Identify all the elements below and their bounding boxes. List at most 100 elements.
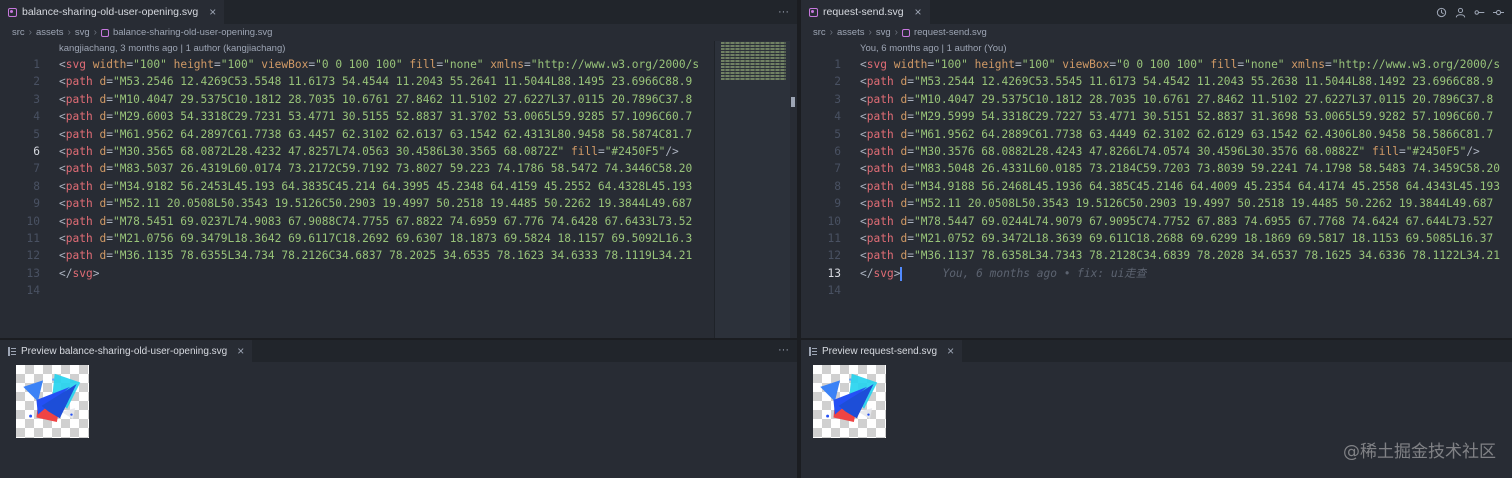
minimap-line	[721, 75, 786, 77]
chevron-right-icon: ›	[829, 27, 834, 38]
code-line[interactable]: 2 <path d="M53.2546 12.4269C53.5548 11.61…	[0, 73, 714, 90]
minimap[interactable]	[714, 41, 790, 339]
line-number: 12	[26, 249, 40, 263]
chevron-right-icon: ›	[93, 27, 97, 38]
minimap-line	[721, 57, 786, 59]
code-text: <path d="M61.9562 64.2897C61.7738 63.445…	[59, 127, 693, 141]
blame-header[interactable]: You, 6 months ago | 1 author (You)	[801, 41, 1512, 56]
close-icon[interactable]: ×	[237, 344, 244, 358]
tab-request-send-svg[interactable]: request-send.svg ×	[801, 0, 930, 24]
svg-preview-image	[16, 365, 89, 438]
code-line[interactable]: 11 <path d="M21.0752 69.3472L18.3639 69.6…	[801, 230, 1512, 247]
line-number: 6	[33, 144, 40, 158]
code-line[interactable]: 13 </svg> You, 6 months ago • fix: ui走查	[801, 265, 1512, 282]
chevron-right-icon: ›	[868, 27, 872, 38]
breadcrumb-item[interactable]: balance-sharing-old-user-opening.svg	[113, 27, 272, 38]
inline-blame: You, 6 months ago • fix: ui走查	[942, 266, 1147, 280]
code-line[interactable]: 5 <path d="M61.9562 64.2897C61.7738 63.44…	[0, 126, 714, 143]
code-line[interactable]: 4 <path d="M29.5999 54.3318C29.7227 53.47…	[801, 108, 1512, 125]
breadcrumb-item[interactable]: assets	[36, 27, 63, 38]
code-line[interactable]: 3 <path d="M10.4047 29.5375C10.1812 28.70…	[801, 91, 1512, 108]
minimap-line	[721, 72, 786, 74]
code-line[interactable]: 1 <svg width="100" height="100" viewBox="…	[0, 56, 714, 73]
line-number: 3	[834, 92, 841, 106]
code-line[interactable]: 5 <path d="M61.9562 64.2889C61.7738 63.44…	[801, 126, 1512, 143]
line-number: 9	[834, 197, 841, 211]
preview-tab-label: Preview balance-sharing-old-user-opening…	[21, 345, 228, 357]
close-icon[interactable]: ×	[947, 344, 954, 358]
line-number: 3	[33, 92, 40, 106]
tab-balance-sharing-svg[interactable]: balance-sharing-old-user-opening.svg ×	[0, 0, 225, 24]
minimap-line	[721, 42, 786, 44]
code-line[interactable]: 4 <path d="M29.6003 54.3318C29.7231 53.47…	[0, 108, 714, 125]
svg-file-icon	[809, 7, 818, 17]
more-actions-icon[interactable]: ···	[778, 6, 789, 18]
code-line[interactable]: 6 <path d="M30.3576 68.0882L28.4243 47.82…	[801, 143, 1512, 160]
code-text: <path d="M53.2544 12.4269C53.5545 11.617…	[860, 75, 1494, 89]
code-text: <path d="M29.6003 54.3318C29.7231 53.477…	[59, 110, 693, 124]
left-editor-group: balance-sharing-old-user-opening.svg × ·…	[0, 0, 797, 478]
close-icon[interactable]: ×	[915, 6, 922, 18]
close-icon[interactable]: ×	[209, 6, 216, 18]
code-text: <path d="M29.5999 54.3318C29.7227 53.477…	[860, 110, 1494, 124]
code-line[interactable]: 3 <path d="M10.4047 29.5375C10.1812 28.70…	[0, 91, 714, 108]
breadcrumb-item[interactable]: request-send.svg	[914, 27, 987, 38]
code-text: <path d="M10.4047 29.5375C10.1812 28.703…	[860, 92, 1494, 106]
code-line[interactable]: 14	[801, 282, 1512, 299]
svg-preview-image	[813, 365, 886, 438]
line-number: 2	[33, 75, 40, 89]
breadcrumb-item[interactable]: assets	[837, 27, 864, 38]
minimap-line	[721, 51, 786, 53]
code-text: <path d="M78.5451 69.0237L74.9083 67.908…	[59, 214, 693, 228]
code-line[interactable]: 8 <path d="M34.9182 56.2453L45.193 64.383…	[0, 178, 714, 195]
history-icon[interactable]	[1436, 7, 1447, 18]
code-line[interactable]: 13 </svg>	[0, 265, 714, 282]
scrollbar-marker	[791, 97, 795, 107]
code-line[interactable]: 9 <path d="M52.11 20.0508L50.3543 19.5126…	[801, 195, 1512, 212]
breadcrumb: src › assets › svg › balance-sharing-old…	[0, 24, 797, 41]
breadcrumb-item[interactable]: src	[12, 27, 25, 38]
breadcrumb: src › assets › svg › request-send.svg	[801, 24, 1512, 41]
breadcrumb-item[interactable]: svg	[75, 27, 90, 38]
chevron-right-icon: ›	[894, 27, 898, 38]
code-text: <path d="M53.2546 12.4269C53.5548 11.617…	[59, 75, 693, 89]
code-line[interactable]: 10 <path d="M78.5451 69.0237L74.9083 67.9…	[0, 213, 714, 230]
minimap-line	[721, 54, 786, 56]
line-number: 2	[834, 75, 841, 89]
breadcrumb-item[interactable]: src	[813, 27, 826, 38]
code-text: <path d="M10.4047 29.5375C10.1812 28.703…	[59, 92, 693, 106]
code-line[interactable]: 12 <path d="M36.1135 78.6355L34.734 78.21…	[0, 247, 714, 264]
account-icon[interactable]	[1455, 7, 1466, 18]
code-editor[interactable]: 1 <svg width="100" height="100" viewBox="…	[801, 56, 1512, 299]
git-commit-icon[interactable]	[1493, 7, 1504, 18]
code-line[interactable]: 2 <path d="M53.2544 12.4269C53.5545 11.61…	[801, 73, 1512, 90]
line-number: 13	[26, 266, 40, 280]
code-line[interactable]: 1 <svg width="100" height="100" viewBox="…	[801, 56, 1512, 73]
code-line[interactable]: 11 <path d="M21.0756 69.3479L18.3642 69.6…	[0, 230, 714, 247]
tab-preview-request-send[interactable]: Preview request-send.svg ×	[801, 340, 963, 362]
code-editor[interactable]: 1 <svg width="100" height="100" viewBox="…	[0, 56, 714, 299]
code-line[interactable]: 9 <path d="M52.11 20.0508L50.3543 19.5126…	[0, 195, 714, 212]
code-line[interactable]: 7 <path d="M83.5048 26.4331L60.0185 73.21…	[801, 160, 1512, 177]
code-text: </svg> You, 6 months ago • fix: ui走查	[860, 266, 1147, 281]
code-line[interactable]: 14	[0, 282, 714, 299]
breadcrumb-item[interactable]: svg	[876, 27, 891, 38]
minimap-line	[721, 48, 786, 50]
more-actions-icon[interactable]: ···	[778, 340, 789, 362]
git-compare-icon[interactable]	[1474, 7, 1485, 18]
code-line[interactable]: 10 <path d="M78.5447 69.0244L74.9079 67.9…	[801, 213, 1512, 230]
left-tab-bar: balance-sharing-old-user-opening.svg × ·…	[0, 0, 797, 24]
line-number: 14	[26, 284, 40, 298]
preview-icon	[809, 346, 817, 356]
code-text: <svg width="100" height="100" viewBox="0…	[59, 58, 700, 71]
code-line[interactable]: 7 <path d="M83.5037 26.4319L60.0174 73.21…	[0, 160, 714, 177]
line-number: 10	[26, 214, 40, 228]
code-line[interactable]: 12 <path d="M36.1137 78.6358L34.7343 78.2…	[801, 247, 1512, 264]
code-line[interactable]: 8 <path d="M34.9188 56.2468L45.1936 64.38…	[801, 178, 1512, 195]
blame-header[interactable]: kangjiachang, 3 months ago | 1 author (k…	[0, 41, 797, 56]
code-line[interactable]: 6 <path d="M30.3565 68.0872L28.4232 47.82…	[0, 143, 714, 160]
tab-preview-balance-sharing[interactable]: Preview balance-sharing-old-user-opening…	[0, 340, 253, 362]
line-number: 4	[834, 110, 841, 124]
svg-file-icon	[8, 7, 17, 17]
